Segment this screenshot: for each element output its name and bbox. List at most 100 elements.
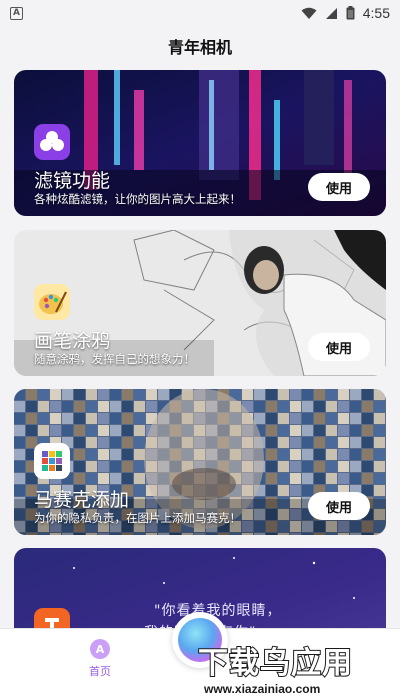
feature-card-filter[interactable]: 滤镜功能 各种炫酷滤镜，让你的图片高大上起来！ 使用 [14,70,386,216]
mosaic-tile [278,413,289,424]
mosaic-tile [326,437,337,448]
doodle-title: 画笔涂鸦 [34,330,111,352]
mosaic-tile [98,401,109,412]
mosaic-tile [278,461,289,472]
mosaic-tile [134,449,145,460]
mosaic-tile [134,485,145,496]
mosaic-tile [266,425,277,436]
mosaic-tile [14,473,25,484]
mosaic-tile [266,485,277,496]
mosaic-tile [290,461,301,472]
mosaic-tile [290,485,301,496]
mosaic-tile [338,461,349,472]
mosaic-tile [74,449,85,460]
mosaic-tile [314,413,325,424]
mosaic-tile [314,473,325,484]
mosaic-tile [266,449,277,460]
mosaic-tile [62,401,73,412]
mosaic-tile [110,389,121,400]
mosaic-tile [110,473,121,484]
mosaic-tile [326,461,337,472]
mosaic-tile [266,413,277,424]
mosaic-tile [38,413,49,424]
mosaic-tile [146,401,157,412]
mosaic-tile [338,473,349,484]
feature-card-mosaic[interactable]: 马赛克添加 为你的隐私负责，在图片上添加马赛克！ 使用 [14,389,386,535]
mosaic-tile [290,449,301,460]
mosaic-tile [290,473,301,484]
mosaic-tile [86,473,97,484]
mosaic-tile [134,413,145,424]
mosaic-tile [290,401,301,412]
mosaic-tile [38,389,49,400]
mosaic-tile [62,413,73,424]
mosaic-tile [110,413,121,424]
mosaic-use-button[interactable]: 使用 [308,492,370,520]
mosaic-tile [374,449,385,460]
filter-use-button[interactable]: 使用 [308,173,370,201]
mosaic-tile [266,461,277,472]
mosaic-tile [374,437,385,448]
mosaic-tile [86,401,97,412]
nav-home[interactable]: A 首页 [78,639,122,679]
mosaic-tile [62,389,73,400]
mosaic-tile [290,425,301,436]
mosaic-tile [314,389,325,400]
mosaic-tile [122,449,133,460]
mosaic-tile [314,449,325,460]
filter-title: 滤镜功能 [34,170,111,192]
mosaic-tile [326,389,337,400]
watermark: 下载鸟应用 www.xiazainiao.com [197,638,394,696]
app-bar: 青年相机 [0,26,400,66]
mosaic-tile [338,401,349,412]
mosaic-tile [302,473,313,484]
mosaic-tile [374,413,385,424]
mosaic-tile [278,389,289,400]
mosaic-tile [98,461,109,472]
mosaic-tile [338,389,349,400]
mosaic-tile [74,401,85,412]
mosaic-tile [302,461,313,472]
mosaic-tile [14,449,25,460]
mosaic-tile [134,389,145,400]
mosaic-tile [278,485,289,496]
mosaic-tile [350,389,361,400]
mosaic-tile [350,401,361,412]
doodle-use-button[interactable]: 使用 [308,333,370,361]
mosaic-tile [362,413,373,424]
mosaic-tile [122,401,133,412]
mosaic-tile [86,413,97,424]
mosaic-tile [134,401,145,412]
mosaic-tile [14,389,25,400]
mosaic-tile [254,413,265,424]
mosaic-tile [74,425,85,436]
mosaic-tile [314,401,325,412]
mosaic-tile [86,389,97,400]
mosaic-tile [14,401,25,412]
mosaic-tile [314,425,325,436]
mosaic-tile [302,485,313,496]
mosaic-tile [122,437,133,448]
mosaic-tile [86,437,97,448]
feature-card-doodle[interactable]: 画笔涂鸦 随意涂鸦，发挥自己的想象力！ 使用 [14,230,386,376]
mosaic-tile [254,389,265,400]
mosaic-tile [326,401,337,412]
mosaic-tile [122,425,133,436]
nav-home-label: 首页 [89,665,111,678]
mosaic-tile [362,461,373,472]
mosaic-tile [254,401,265,412]
battery-icon [346,6,355,20]
mosaic-grid-icon [34,443,70,479]
mosaic-tile [302,449,313,460]
mosaic-tile [110,425,121,436]
mosaic-tile [26,425,37,436]
mosaic-tile [302,413,313,424]
mosaic-tile [362,449,373,460]
mosaic-tile [350,413,361,424]
paint-palette-icon [34,284,70,320]
mosaic-tile [362,473,373,484]
mosaic-title: 马赛克添加 [34,489,130,511]
mosaic-tile [86,449,97,460]
mosaic-tile [122,389,133,400]
watermark-url: www.xiazainiao.com [204,682,321,696]
